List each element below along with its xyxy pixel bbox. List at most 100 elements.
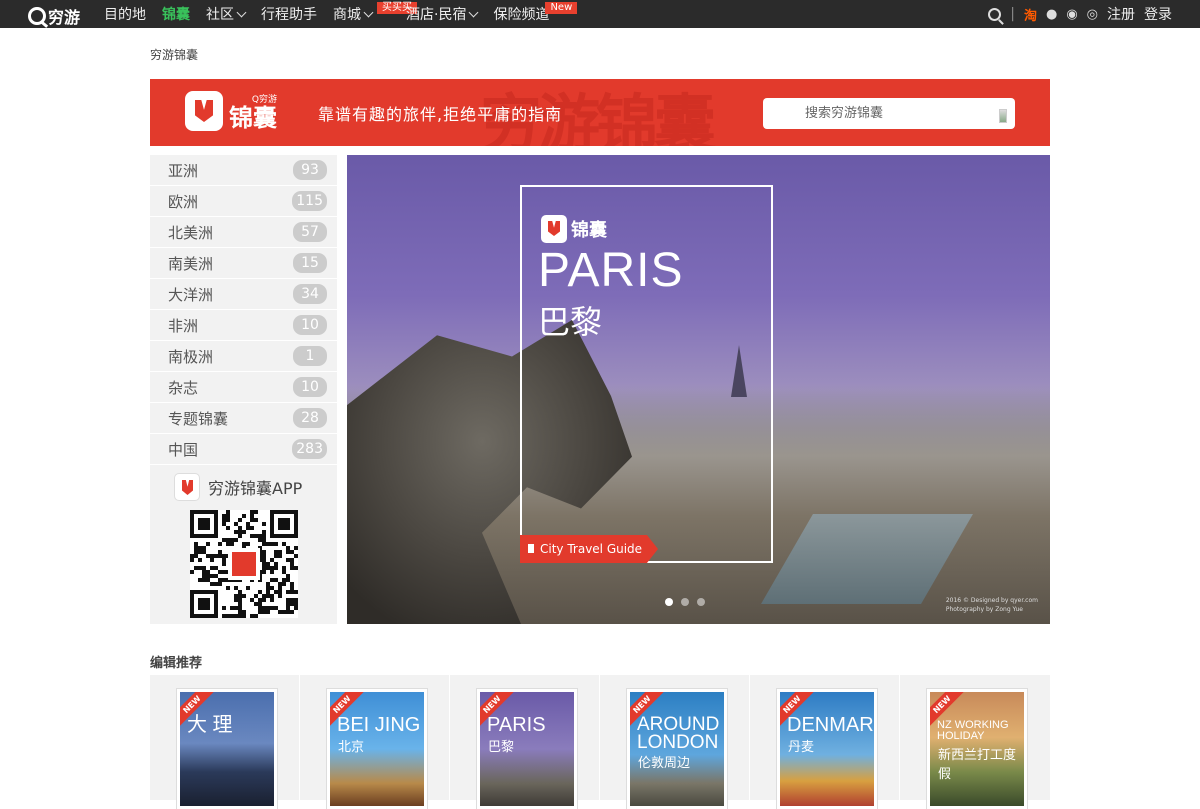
guide-cover[interactable]: NEW 大 理 bbox=[177, 689, 277, 809]
guide-card[interactable]: NEW 大 理 bbox=[150, 675, 300, 809]
region-name: 亚洲 bbox=[168, 161, 199, 180]
section-title: 编辑推荐 bbox=[150, 656, 203, 671]
region-name: 非洲 bbox=[168, 316, 199, 335]
region-count: 28 bbox=[293, 408, 327, 428]
app-download: 穷游锦囊APP bbox=[150, 465, 337, 624]
guide-card[interactable]: NEW BEI JING 北京 bbox=[300, 675, 450, 809]
region-item[interactable]: 南美洲 15 bbox=[150, 248, 337, 279]
chevron-down-icon bbox=[363, 7, 374, 17]
nav-hotel[interactable]: 酒店·民宿 bbox=[406, 4, 479, 24]
breadcrumb[interactable]: 穷游锦囊 bbox=[150, 46, 198, 63]
cover-title: PARIS bbox=[487, 714, 546, 736]
region-name: 专题锦囊 bbox=[168, 409, 229, 428]
hero-credit: 2016 © Designed by qyer.com Photography … bbox=[946, 596, 1038, 614]
region-name: 南极洲 bbox=[168, 347, 214, 366]
region-name: 中国 bbox=[168, 440, 199, 459]
region-item[interactable]: 大洋洲 34 bbox=[150, 279, 337, 310]
taobao-icon[interactable]: 淘 bbox=[1024, 5, 1037, 24]
region-count: 1 bbox=[293, 346, 327, 366]
nav-community[interactable]: 社区 bbox=[206, 4, 247, 24]
chevron-down-icon bbox=[469, 7, 479, 17]
guide-shield-icon bbox=[541, 215, 567, 243]
region-name: 北美洲 bbox=[168, 223, 214, 242]
nav-insurance[interactable]: 保险频道 New bbox=[493, 2, 578, 24]
guide-card[interactable]: NEW NZ WORKING HOLIDAY 新西兰打工度假 bbox=[900, 675, 1050, 809]
region-name: 杂志 bbox=[168, 378, 199, 397]
main-nav: 目的地 锦囊 社区 行程助手 商城 买买买 酒店·民宿 保险频道 New bbox=[104, 0, 578, 28]
brand-big: 锦囊 bbox=[229, 103, 277, 132]
cover-subtitle: 巴黎 bbox=[488, 740, 515, 755]
nav-label: 商城 bbox=[333, 7, 361, 23]
qq-icon[interactable]: ● bbox=[1046, 7, 1057, 22]
brand-text: Q穷游 锦囊 bbox=[229, 92, 277, 131]
new-tag: New bbox=[545, 2, 578, 14]
guide-cover[interactable]: NEW PARIS 巴黎 bbox=[477, 689, 577, 809]
hero-subtitle: 巴黎 bbox=[538, 303, 603, 341]
editor-picks: NEW 大 理 NEW BEI JING 北京 NEW PARIS 巴黎 NEW AROUND L… bbox=[150, 675, 1050, 809]
nav-label: 锦囊 bbox=[162, 7, 190, 23]
weibo-icon[interactable]: ◎ bbox=[1087, 7, 1098, 22]
guide-card[interactable]: NEW PARIS 巴黎 bbox=[450, 675, 600, 809]
region-item[interactable]: 亚洲 93 bbox=[150, 155, 337, 186]
region-name: 大洋洲 bbox=[168, 285, 214, 304]
search-input[interactable] bbox=[763, 98, 1015, 129]
nav-guides[interactable]: 锦囊 bbox=[162, 4, 190, 24]
region-sidebar: 亚洲 93 欧洲 115 北美洲 57 南美洲 15 大洋洲 34 非洲 10 南极洲 1 杂… bbox=[150, 155, 337, 624]
cover-title: 大 理 bbox=[187, 714, 233, 736]
guides-banner: 穷游锦囊 Q穷游 锦囊 靠谱有趣的旅伴,拒绝平庸的指南 bbox=[150, 79, 1050, 146]
carousel-dot[interactable] bbox=[681, 598, 689, 606]
qr-code-image bbox=[190, 510, 298, 618]
cover-title: DENMARK bbox=[787, 714, 874, 736]
chevron-down-icon bbox=[236, 7, 247, 17]
guide-card[interactable]: NEWDENMARK丹麦 bbox=[750, 675, 900, 809]
carousel-dot[interactable] bbox=[697, 598, 705, 606]
region-item[interactable]: 北美洲 57 bbox=[150, 217, 337, 248]
nav-destination[interactable]: 目的地 bbox=[104, 4, 146, 24]
guide-card[interactable]: NEW AROUND LONDON 伦敦周边 bbox=[600, 675, 750, 809]
carousel-dots bbox=[665, 598, 705, 606]
app-title[interactable]: 穷游锦囊APP bbox=[174, 473, 302, 501]
guide-shield-icon bbox=[185, 91, 223, 131]
region-item[interactable]: 非洲 10 bbox=[150, 310, 337, 341]
region-item[interactable]: 专题锦囊 28 bbox=[150, 403, 337, 434]
qr-code bbox=[190, 510, 298, 618]
region-name: 欧洲 bbox=[168, 192, 199, 211]
region-name: 南美洲 bbox=[168, 254, 214, 273]
nav-mall[interactable]: 商城 买买买 bbox=[333, 2, 417, 24]
guide-cover[interactable]: NEWDENMARK丹麦 bbox=[777, 689, 877, 809]
region-count: 34 bbox=[293, 284, 327, 304]
region-count: 283 bbox=[292, 439, 327, 459]
region-item[interactable]: 南极洲 1 bbox=[150, 341, 337, 372]
login-link[interactable]: 登录 bbox=[1144, 4, 1172, 24]
guide-cover[interactable]: NEW AROUND LONDON 伦敦周边 bbox=[627, 689, 727, 809]
region-count: 93 bbox=[293, 160, 327, 180]
cover-subtitle: 丹麦 bbox=[788, 740, 815, 755]
region-count: 10 bbox=[293, 315, 327, 335]
banner-slogan: 靠谱有趣的旅伴,拒绝平庸的指南 bbox=[318, 105, 563, 124]
region-item[interactable]: 中国 283 bbox=[150, 434, 337, 465]
app-icon bbox=[174, 473, 200, 501]
search-button[interactable] bbox=[999, 109, 1007, 123]
top-navbar: 穷游 目的地 锦囊 社区 行程助手 商城 买买买 酒店·民宿 保险频道 New | … bbox=[0, 0, 1200, 28]
nav-label: 目的地 bbox=[104, 7, 146, 23]
hero-carousel[interactable]: 锦囊 PARIS 巴黎 City Travel Guide 2016 © Des… bbox=[347, 155, 1050, 624]
search-icon[interactable] bbox=[988, 7, 1002, 21]
nav-trip-planner[interactable]: 行程助手 bbox=[261, 4, 317, 24]
region-item[interactable]: 杂志 10 bbox=[150, 372, 337, 403]
q-logo-icon bbox=[28, 7, 46, 25]
cover-subtitle: 北京 bbox=[338, 740, 365, 755]
wechat-icon[interactable]: ◉ bbox=[1066, 7, 1077, 22]
guides-logo[interactable]: Q穷游 锦囊 bbox=[185, 91, 277, 131]
search-box bbox=[763, 98, 1015, 129]
carousel-dot[interactable] bbox=[665, 598, 673, 606]
guide-cover[interactable]: NEW BEI JING 北京 bbox=[327, 689, 427, 809]
register-link[interactable]: 注册 bbox=[1107, 4, 1135, 24]
site-logo[interactable]: 穷游 bbox=[28, 4, 80, 28]
nav-label: 酒店·民宿 bbox=[406, 7, 467, 23]
region-item[interactable]: 欧洲 115 bbox=[150, 186, 337, 217]
credit-line: 2016 © Designed by qyer.com bbox=[945, 597, 1038, 604]
cover-subtitle: 新西兰打工度假 bbox=[938, 748, 1017, 782]
guide-cover[interactable]: NEW NZ WORKING HOLIDAY 新西兰打工度假 bbox=[927, 689, 1027, 809]
region-count: 115 bbox=[292, 191, 327, 211]
nav-label: 保险频道 bbox=[493, 7, 550, 23]
